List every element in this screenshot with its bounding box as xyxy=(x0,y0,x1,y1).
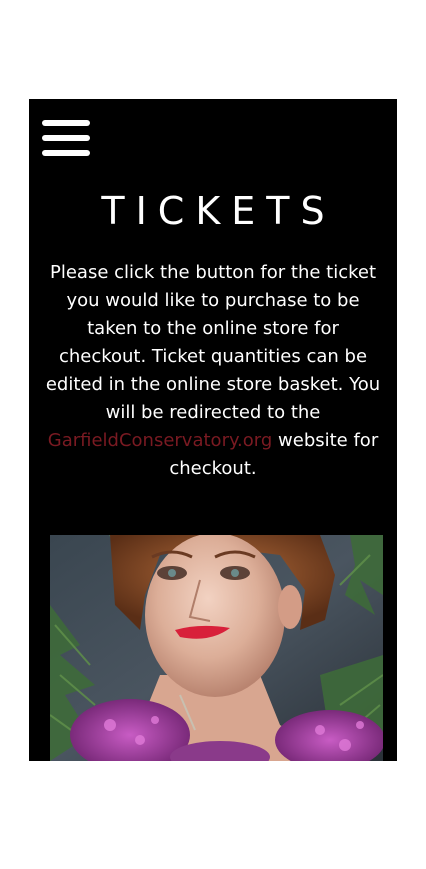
tickets-panel: TICKETS Please click the button for the … xyxy=(29,99,397,761)
intro-text-part-1: Please click the button for the ticket y… xyxy=(45,262,381,423)
menu-bar-top xyxy=(42,120,90,126)
page: TICKETS Please click the button for the … xyxy=(0,0,426,869)
intro-text: Please click the button for the ticket y… xyxy=(45,259,381,483)
menu-bar-bottom xyxy=(42,150,90,156)
store-link[interactable]: GarfieldConservatory.org xyxy=(48,430,273,451)
menu-bar-middle xyxy=(42,135,90,141)
hero-image xyxy=(50,535,383,761)
page-title: TICKETS xyxy=(101,189,336,233)
hamburger-menu-icon[interactable] xyxy=(42,120,90,157)
